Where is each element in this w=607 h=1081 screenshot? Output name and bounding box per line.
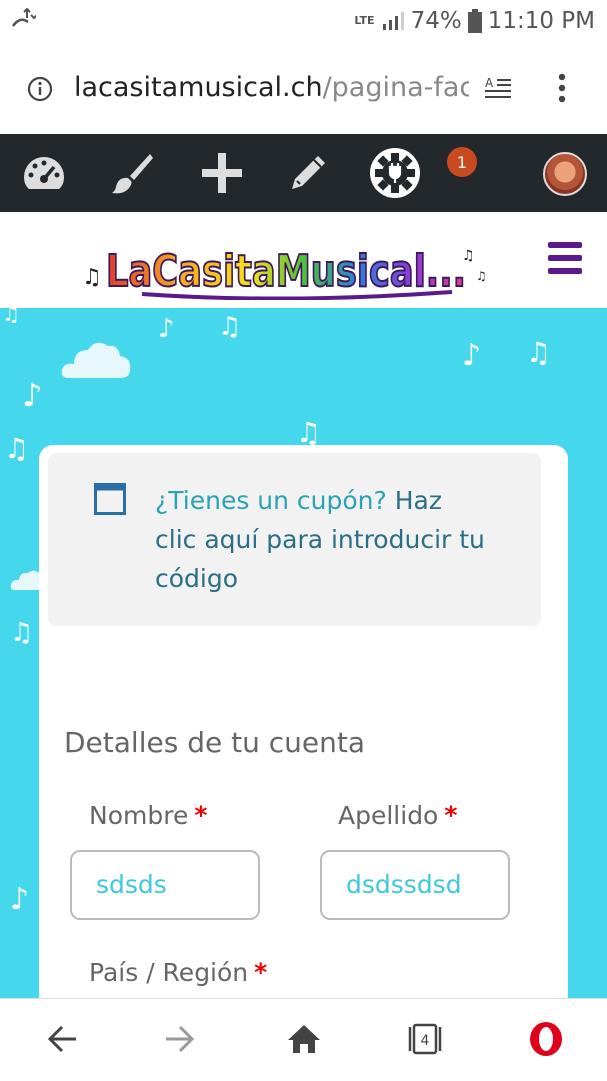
more-menu-icon[interactable] [556, 72, 568, 104]
svg-text:A: A [485, 76, 494, 90]
url-path: /pagina-factur [322, 72, 469, 103]
plugin-gear-icon[interactable] [368, 134, 422, 212]
admin-bar [0, 134, 607, 212]
add-new-icon[interactable] [196, 134, 248, 212]
coupon-text: ¿Tienes un cupón? Haz clic aquí para int… [155, 481, 485, 598]
browser-bottom-nav: 4 [0, 998, 607, 1081]
back-arrow-icon[interactable] [44, 1019, 78, 1059]
first-name-field[interactable]: sdsds [70, 850, 260, 920]
reader-mode-icon[interactable]: A [483, 76, 513, 102]
coupon-notice[interactable]: ¿Tienes un cupón? Haz clic aquí para int… [48, 453, 541, 626]
battery-icon [467, 9, 482, 33]
svg-text:♫: ♫ [476, 269, 487, 283]
logo-text: LaCasitaMusical... [106, 246, 466, 297]
info-icon[interactable] [27, 76, 53, 102]
network-type: LTE [354, 14, 375, 27]
data-sync-icon [10, 8, 36, 30]
home-icon[interactable] [286, 1019, 322, 1059]
notification-badge[interactable]: 1 [447, 147, 477, 177]
last-name-field[interactable]: dsdssdsd [320, 850, 510, 920]
clock: 11:10 PM [487, 8, 595, 34]
svg-text:♫: ♫ [82, 265, 102, 290]
tabs-count: 4 [421, 1033, 430, 1049]
forward-arrow-icon[interactable] [164, 1019, 198, 1059]
site-logo[interactable]: ♫ LaCasitaMusical... ♫ ♫ [82, 234, 492, 300]
account-details-title: Detalles de tu cuenta [64, 726, 365, 759]
address-bar[interactable]: lacasitamusical.ch/pagina-factur A [0, 42, 607, 134]
url-text[interactable]: lacasitamusical.ch/pagina-factur [74, 72, 469, 103]
site-header: ♫ LaCasitaMusical... ♫ ♫ [0, 212, 607, 308]
tabs-icon[interactable]: 4 [404, 1019, 446, 1059]
edit-pencil-icon[interactable] [284, 134, 332, 212]
last-name-label: Apellido * [338, 801, 458, 830]
signal-icon [381, 10, 405, 32]
dashboard-icon[interactable] [18, 134, 70, 212]
customize-brush-icon[interactable] [106, 134, 158, 212]
coupon-question: ¿Tienes un cupón? [155, 486, 387, 515]
menu-icon[interactable] [548, 242, 582, 281]
window-icon [94, 483, 126, 515]
svg-text:♫: ♫ [462, 248, 475, 264]
opera-menu-icon[interactable] [526, 1019, 566, 1059]
country-label: País / Región * [89, 958, 268, 987]
url-host: lacasitamusical.ch [74, 72, 323, 103]
cloud-icon [61, 342, 131, 378]
first-name-label: Nombre * [89, 801, 208, 830]
battery-percent: 74% [410, 8, 462, 34]
status-bar: LTE 74% 11:10 PM [0, 0, 607, 42]
avatar[interactable] [543, 152, 587, 196]
